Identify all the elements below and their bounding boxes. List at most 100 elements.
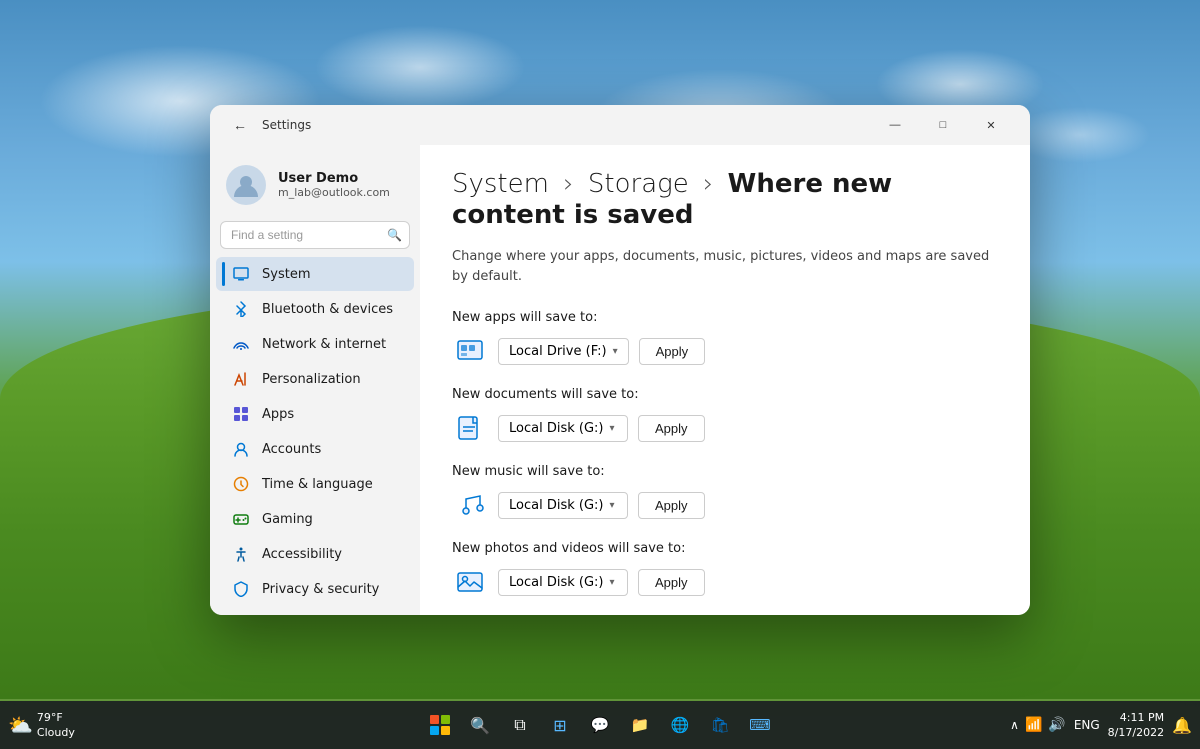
sidebar-item-personalization[interactable]: Personalization [216, 362, 414, 396]
music-drive-select[interactable]: Local Disk (G:) ▾ [498, 492, 628, 519]
page-description: Change where your apps, documents, music… [452, 247, 998, 286]
accessibility-icon [232, 545, 250, 563]
taskbar-store-button[interactable]: 🛍 [702, 707, 738, 743]
accounts-icon [232, 440, 250, 458]
minimize-button[interactable]: — [872, 109, 918, 141]
documents-drive-chevron: ▾ [609, 423, 614, 434]
maximize-button[interactable]: □ [920, 109, 966, 141]
user-section: User Demo m_lab@outlook.com [210, 153, 420, 221]
photos-drive-value: Local Disk (G:) [509, 575, 603, 590]
breadcrumb-part1: System [452, 169, 549, 199]
sidebar-item-update[interactable]: Windows Update [216, 607, 414, 615]
system-tray: ∧ 📶 🔊 [1010, 717, 1066, 733]
sidebar-item-privacy-label: Privacy & security [262, 582, 379, 597]
sidebar-item-gaming[interactable]: Gaming [216, 502, 414, 536]
photos-drive-chevron: ▾ [609, 577, 614, 588]
sidebar-item-network[interactable]: Network & internet [216, 327, 414, 361]
taskbar-search-button[interactable]: 🔍 [462, 707, 498, 743]
sidebar-item-apps-label: Apps [262, 407, 294, 422]
sidebar-item-accessibility-label: Accessibility [262, 547, 342, 562]
apps-drive-chevron: ▾ [613, 346, 618, 357]
save-item-apps: New apps will save to: [452, 310, 998, 369]
main-content: System › Storage › Where new content is … [420, 145, 1030, 615]
search-icon: 🔍 [387, 228, 402, 242]
sidebar-item-system[interactable]: System [216, 257, 414, 291]
window-title: Settings [262, 118, 311, 132]
sidebar-item-privacy[interactable]: Privacy & security [216, 572, 414, 606]
save-label-photos: New photos and videos will save to: [452, 541, 998, 556]
tray-chevron[interactable]: ∧ [1010, 718, 1019, 732]
breadcrumb-sep1: › [563, 169, 582, 199]
documents-apply-button[interactable]: Apply [638, 415, 705, 442]
start-button[interactable] [422, 707, 458, 743]
close-button[interactable]: ✕ [968, 109, 1014, 141]
apps-drive-select[interactable]: Local Drive (F:) ▾ [498, 338, 629, 365]
volume-tray-icon[interactable]: 🔊 [1048, 717, 1065, 733]
documents-save-icon [452, 410, 488, 446]
taskbar-weather: ⛅ 79°F Cloudy [8, 710, 88, 741]
clock-date: 8/17/2022 [1108, 725, 1164, 740]
sidebar-item-accessibility[interactable]: Accessibility [216, 537, 414, 571]
gaming-icon [232, 510, 250, 528]
save-label-music: New music will save to: [452, 464, 998, 479]
time-icon [232, 475, 250, 493]
search-input[interactable] [220, 221, 410, 249]
save-items-list: New apps will save to: [452, 310, 998, 615]
network-icon [232, 335, 250, 353]
sidebar-item-apps[interactable]: Apps [216, 397, 414, 431]
documents-drive-value: Local Disk (G:) [509, 421, 603, 436]
sidebar-nav: System Bluetooth & devices Network & int… [210, 257, 420, 615]
taskbar-taskview-button[interactable]: ⧉ [502, 707, 538, 743]
sidebar-item-bluetooth[interactable]: Bluetooth & devices [216, 292, 414, 326]
weather-condition: Cloudy [37, 725, 75, 740]
privacy-icon [232, 580, 250, 598]
breadcrumb-sep2: › [703, 169, 722, 199]
sidebar-item-network-label: Network & internet [262, 337, 386, 352]
save-row-apps: Local Drive (F:) ▾ Apply [452, 333, 998, 369]
save-item-photos: New photos and videos will save to: [452, 541, 998, 600]
taskbar-center: 🔍 ⧉ ⊞ 💬 📁 🌐 🛍 ⌨ [422, 707, 778, 743]
taskbar-explorer-button[interactable]: 📁 [622, 707, 658, 743]
sidebar-item-personalization-label: Personalization [262, 372, 361, 387]
personalization-icon [232, 370, 250, 388]
clock[interactable]: 4:11 PM 8/17/2022 [1108, 710, 1164, 741]
bluetooth-icon [232, 300, 250, 318]
window-controls: — □ ✕ [872, 109, 1014, 141]
save-row-photos: Local Disk (G:) ▾ Apply [452, 564, 998, 600]
save-label-documents: New documents will save to: [452, 387, 998, 402]
photos-apply-button[interactable]: Apply [638, 569, 705, 596]
weather-icon: ⛅ [8, 713, 33, 737]
sidebar-item-time[interactable]: Time & language [216, 467, 414, 501]
apps-drive-value: Local Drive (F:) [509, 344, 607, 359]
sidebar-item-time-label: Time & language [262, 477, 373, 492]
taskbar-vscode-button[interactable]: ⌨ [742, 707, 778, 743]
music-drive-value: Local Disk (G:) [509, 498, 603, 513]
taskbar-widgets-button[interactable]: ⊞ [542, 707, 578, 743]
music-drive-chevron: ▾ [609, 500, 614, 511]
search-box: 🔍 [220, 221, 410, 249]
user-name: User Demo [278, 171, 404, 186]
lang-indicator[interactable]: ENG [1074, 718, 1100, 732]
photos-drive-select[interactable]: Local Disk (G:) ▾ [498, 569, 628, 596]
save-row-documents: Local Disk (G:) ▾ Apply [452, 410, 998, 446]
breadcrumb-part2: Storage [588, 169, 689, 199]
save-row-music: Local Disk (G:) ▾ Apply [452, 487, 998, 523]
music-apply-button[interactable]: Apply [638, 492, 705, 519]
breadcrumb: System › Storage › Where new content is … [452, 169, 998, 231]
documents-drive-select[interactable]: Local Disk (G:) ▾ [498, 415, 628, 442]
save-label-apps: New apps will save to: [452, 310, 998, 325]
save-item-documents: New documents will save to: [452, 387, 998, 446]
apps-save-icon [452, 333, 488, 369]
desktop: ← Settings — □ ✕ [0, 0, 1200, 749]
weather-temp: 79°F [37, 710, 75, 725]
save-item-music: New music will save to: Local Disk [452, 464, 998, 523]
system-icon [232, 265, 250, 283]
back-button[interactable]: ← [226, 111, 254, 139]
apps-apply-button[interactable]: Apply [639, 338, 706, 365]
title-bar-left: ← Settings [226, 111, 311, 139]
network-tray-icon: 📶 [1025, 717, 1042, 733]
notification-icon[interactable]: 🔔 [1172, 716, 1192, 735]
sidebar-item-accounts[interactable]: Accounts [216, 432, 414, 466]
taskbar-edge-button[interactable]: 🌐 [662, 707, 698, 743]
taskbar-chat-button[interactable]: 💬 [582, 707, 618, 743]
